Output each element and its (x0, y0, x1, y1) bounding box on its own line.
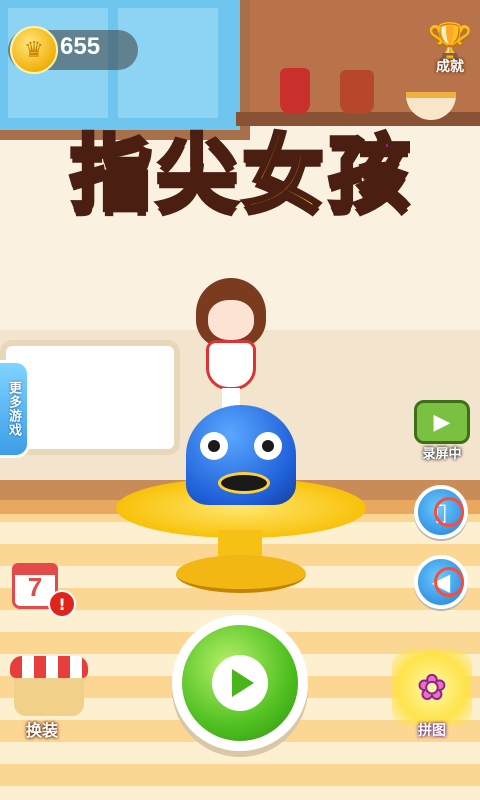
coin-count: 655 (60, 33, 101, 60)
crown-coin-icon: ♛ (10, 26, 58, 74)
sound-toggle-button[interactable]: ◀ (414, 555, 468, 609)
jelly-mouth (218, 472, 270, 494)
play-button-inner (182, 625, 298, 741)
achievement-label[interactable]: 成就 (424, 56, 476, 76)
title-char: 女 (240, 127, 326, 222)
cake-stand-base (176, 555, 306, 593)
play-button[interactable] (172, 615, 308, 751)
jelly-eye (254, 432, 282, 460)
game-title: 指 尖 女 孩 (40, 105, 440, 245)
jelly-eye (200, 432, 228, 460)
title-char: 指 (68, 127, 154, 222)
girl-dress (206, 340, 256, 390)
more-games-button[interactable]: 更多游戏 (0, 360, 30, 458)
puzzle-label[interactable]: 拼图 (400, 720, 464, 740)
record-camera-icon[interactable]: ▶ (414, 400, 470, 444)
dress-up-label[interactable]: 换装 (10, 717, 74, 741)
record-label[interactable]: 录屏中 (410, 443, 474, 462)
puzzle-icon[interactable]: ✿ (392, 650, 472, 726)
girl-face (208, 300, 254, 340)
play-icon (212, 655, 268, 711)
shop-awning (10, 656, 88, 678)
title-char: 孩 (326, 127, 412, 222)
vibrate-toggle-button[interactable]: ▯ (414, 485, 468, 539)
alert-badge: ! (48, 590, 76, 618)
more-games-label: 更多游戏 (6, 381, 21, 437)
title-char: 尖 (154, 127, 240, 222)
